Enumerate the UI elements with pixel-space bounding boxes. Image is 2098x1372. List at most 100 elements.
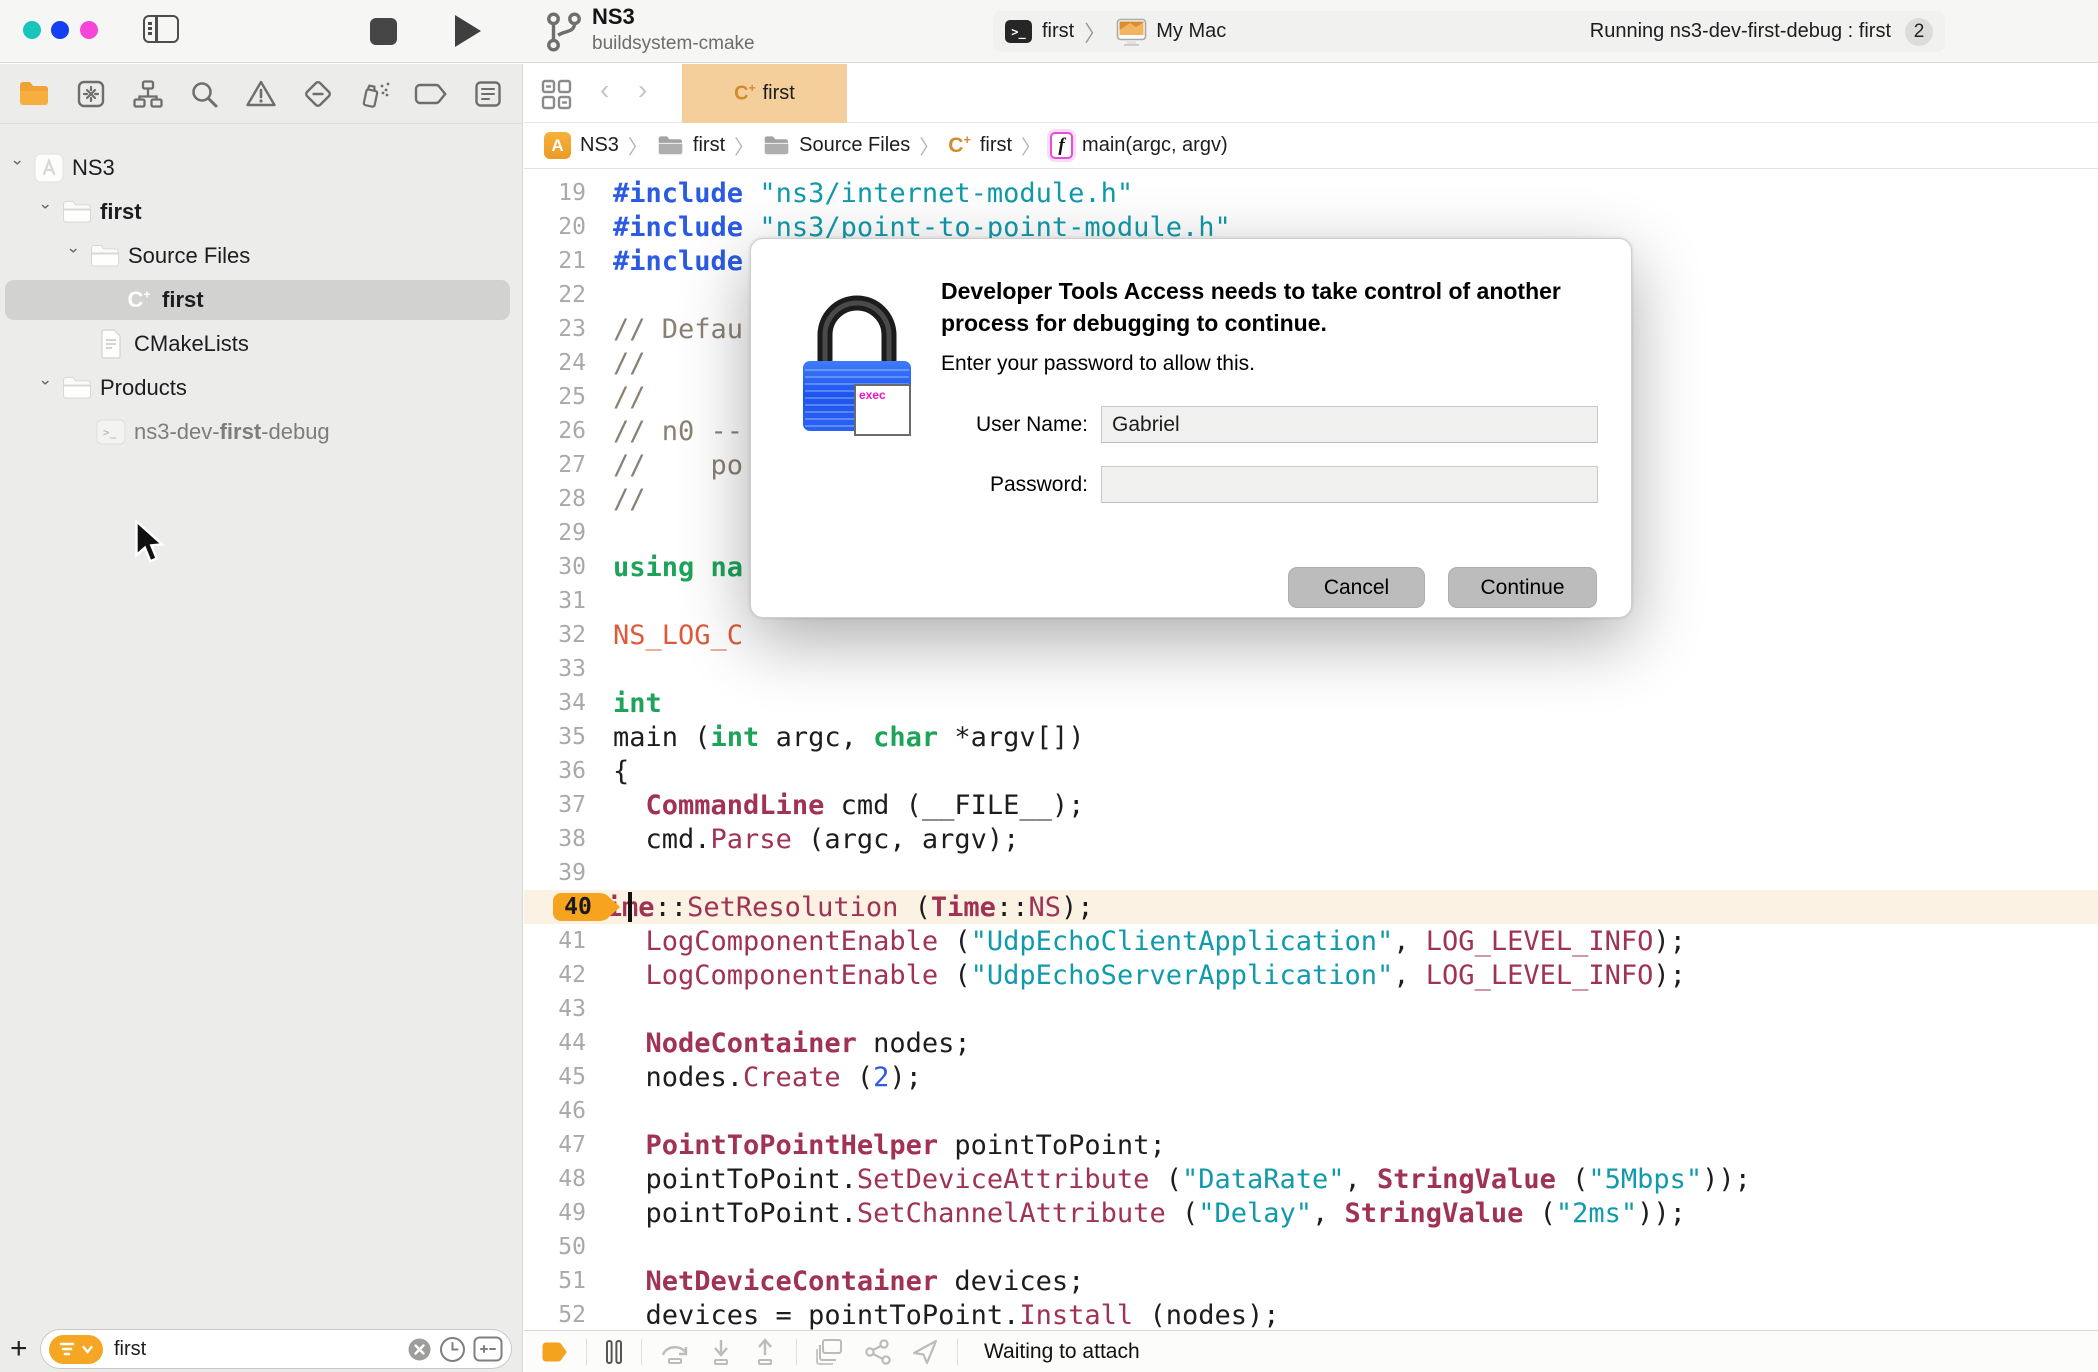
- debug-navigator-icon[interactable]: [353, 72, 397, 116]
- symbol-navigator-icon[interactable]: [126, 72, 170, 116]
- debug-bar-separator: [586, 1338, 587, 1365]
- code-line-38[interactable]: 38 cmd.Parse (argc, argv);: [524, 822, 2098, 856]
- code-line-36[interactable]: 36 {: [524, 754, 2098, 788]
- breadcrumb-item-first[interactable]: C+ first: [948, 133, 1012, 158]
- tree-row-ns3[interactable]: ⌄ NS3: [0, 146, 522, 190]
- pause-icon[interactable]: [605, 1339, 623, 1365]
- back-button[interactable]: ‹: [600, 74, 609, 106]
- scheme-terminal-icon: >_: [1005, 20, 1032, 43]
- step-over-icon: [660, 1339, 690, 1365]
- code-text: //: [613, 347, 646, 379]
- clear-filter-icon[interactable]: [407, 1337, 432, 1362]
- line-number: 25: [558, 384, 586, 410]
- code-line-41[interactable]: 41 LogComponentEnable ("UdpEchoClientApp…: [524, 924, 2098, 958]
- dialog-title: Developer Tools Access needs to take con…: [941, 278, 1561, 336]
- scm-status-filter-icon[interactable]: [473, 1336, 503, 1362]
- disclosure-chevron-icon[interactable]: ⌄: [38, 371, 52, 389]
- code-line-50[interactable]: 50: [524, 1230, 2098, 1264]
- code-line-35[interactable]: 35 main (int argc, char *argv[]): [524, 720, 2098, 754]
- tab-overview-icon[interactable]: [540, 78, 573, 111]
- disclosure-chevron-icon[interactable]: ⌄: [10, 151, 24, 169]
- scheme-name[interactable]: first: [1042, 20, 1074, 43]
- code-line-47[interactable]: 47 PointToPointHelper pointToPoint;: [524, 1128, 2098, 1162]
- breadcrumb-item-source-files[interactable]: Source Files: [763, 134, 910, 157]
- code-line-48[interactable]: 48 pointToPoint.SetDeviceAttribute ("Dat…: [524, 1162, 2098, 1196]
- password-field[interactable]: [1101, 466, 1598, 503]
- code-text: pointToPoint.SetChannelAttribute ("Delay…: [613, 1197, 1686, 1229]
- stop-button[interactable]: [370, 18, 397, 45]
- code-text: using na: [613, 551, 744, 583]
- source-control-navigator-icon[interactable]: [69, 72, 113, 116]
- line-number: 48: [558, 1166, 586, 1192]
- username-value: Gabriel: [1112, 412, 1180, 436]
- tree-row-ns3-dev-first-debug[interactable]: >_ ns3-dev-first-debug: [0, 410, 522, 454]
- window-close-button[interactable]: [23, 21, 41, 39]
- project-navigator-icon[interactable]: [12, 72, 56, 116]
- code-line-33[interactable]: 33: [524, 652, 2098, 686]
- breadcrumb-item-first[interactable]: first: [657, 134, 725, 157]
- code-line-49[interactable]: 49 pointToPoint.SetChannelAttribute ("De…: [524, 1196, 2098, 1230]
- code-line-37[interactable]: 37 CommandLine cmd (__FILE__);: [524, 788, 2098, 822]
- filter-icon[interactable]: [49, 1334, 103, 1364]
- code-line-44[interactable]: 44 NodeContainer nodes;: [524, 1026, 2098, 1060]
- code-line-42[interactable]: 42 LogComponentEnable ("UdpEchoServerApp…: [524, 958, 2098, 992]
- test-navigator-icon[interactable]: [296, 72, 340, 116]
- code-line-19[interactable]: 19 #include "ns3/internet-module.h": [524, 176, 2098, 210]
- code-line-43[interactable]: 43: [524, 992, 2098, 1026]
- continue-button[interactable]: Continue: [1448, 567, 1597, 608]
- window-minimize-button[interactable]: [51, 21, 69, 39]
- folder-icon: [62, 373, 92, 403]
- issue-navigator-icon[interactable]: [239, 72, 283, 116]
- breadcrumb-item-main-argc-argv-[interactable]: f main(argc, argv): [1050, 132, 1228, 159]
- tree-item-label: first: [100, 199, 142, 224]
- breadcrumb-item-ns3[interactable]: A NS3: [544, 132, 619, 159]
- tree-row-first[interactable]: ⌄ first: [0, 190, 522, 234]
- tree-row-cmakelists[interactable]: CMakeLists: [0, 322, 522, 366]
- tab-first[interactable]: C+ first: [682, 64, 847, 123]
- breakpoint-navigator-icon[interactable]: [409, 72, 453, 116]
- code-line-46[interactable]: 46: [524, 1094, 2098, 1128]
- username-label: User Name:: [975, 413, 1088, 436]
- debug-status-text: Waiting to attach: [984, 1339, 1140, 1363]
- navigator-sidebar: ⌄ NS3 ⌄ first ⌄ Source Files C+ first CMakeLists…: [0, 64, 523, 1372]
- navigator-tab-strip: [0, 64, 522, 124]
- add-button[interactable]: +: [10, 1332, 40, 1366]
- code-text: LogComponentEnable ("UdpEchoServerApplic…: [645, 959, 1686, 991]
- code-line-39[interactable]: 39: [524, 856, 2098, 890]
- view-hierarchy-icon: [815, 1338, 845, 1366]
- disclosure-chevron-icon[interactable]: ⌄: [66, 239, 80, 257]
- jump-bar[interactable]: A NS3 〉 first 〉 Source Files 〉 C+ first 〉 f main(ar…: [524, 123, 2098, 169]
- code-line-40[interactable]: 40 Time::SetResolution (Time::NS);: [524, 890, 2098, 924]
- debug-bar-separator: [957, 1338, 958, 1365]
- line-number: 45: [558, 1064, 586, 1090]
- username-field[interactable]: Gabriel: [1101, 406, 1598, 443]
- code-line-34[interactable]: 34 int: [524, 686, 2098, 720]
- tree-row-products[interactable]: ⌄ Products: [0, 366, 522, 410]
- project-subtitle: buildsystem-cmake: [592, 33, 755, 54]
- disclosure-chevron-icon[interactable]: ⌄: [38, 195, 52, 213]
- chevron-right-icon: 〉: [627, 137, 648, 159]
- filter-input-value[interactable]: first: [114, 1338, 400, 1361]
- run-destination[interactable]: My Mac: [1156, 20, 1226, 43]
- code-line-45[interactable]: 45 nodes.Create (2);: [524, 1060, 2098, 1094]
- code-text: int: [613, 687, 662, 719]
- run-button[interactable]: [455, 15, 481, 47]
- recent-files-clock-icon[interactable]: [439, 1336, 466, 1363]
- navigator-toggle-button[interactable]: [143, 15, 179, 43]
- report-navigator-icon[interactable]: [466, 72, 510, 116]
- code-line-52[interactable]: 52 devices = pointToPoint.Install (nodes…: [524, 1298, 2098, 1331]
- tree-row-first[interactable]: C+ first: [0, 278, 522, 322]
- forward-button[interactable]: ›: [638, 74, 647, 106]
- project-header: NS3 buildsystem-cmake: [592, 4, 755, 55]
- line-number: 37: [558, 792, 586, 818]
- code-line-32[interactable]: 32 NS_LOG_C: [524, 618, 2098, 652]
- cancel-button[interactable]: Cancel: [1288, 567, 1425, 608]
- filter-field[interactable]: first: [40, 1329, 512, 1369]
- code-line-51[interactable]: 51 NetDeviceContainer devices;: [524, 1264, 2098, 1298]
- window-zoom-button[interactable]: [80, 21, 98, 39]
- breakpoints-toggle-icon[interactable]: [542, 1341, 568, 1363]
- tree-row-source-files[interactable]: ⌄ Source Files: [0, 234, 522, 278]
- activity-badge[interactable]: 2: [1905, 17, 1933, 46]
- simulate-location-icon: [911, 1338, 939, 1366]
- find-navigator-icon[interactable]: [182, 72, 226, 116]
